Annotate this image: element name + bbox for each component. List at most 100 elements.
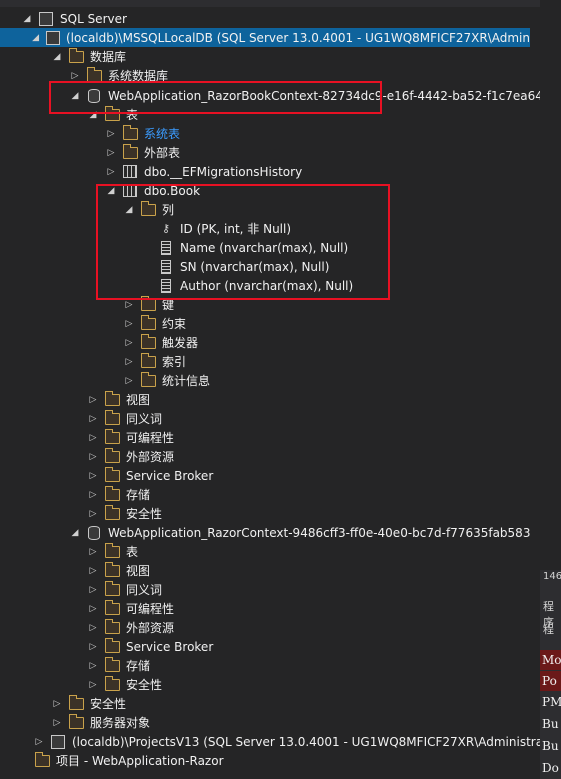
tree-node-databases[interactable]: ◢ 数据库 xyxy=(52,47,126,66)
expand-arrow-icon[interactable]: ▷ xyxy=(88,414,98,424)
collapse-arrow-icon[interactable]: ◢ xyxy=(52,52,62,62)
database-icon xyxy=(86,88,102,104)
folder-open-icon xyxy=(140,200,156,218)
tree-node-db2-programmability[interactable]: ▷ 可编程性 xyxy=(88,599,174,618)
tree-node-col-author[interactable]: Author (nvarchar(max), Null) xyxy=(158,276,353,295)
node-label: 可编程性 xyxy=(126,431,175,445)
node-label: 视图 xyxy=(126,393,151,407)
tree-node-views[interactable]: ▷ 视图 xyxy=(88,390,150,409)
right-pane-item[interactable]: PM xyxy=(540,692,561,712)
right-pane-item[interactable]: Bu xyxy=(540,714,561,734)
expand-arrow-icon[interactable]: ▷ xyxy=(88,433,98,443)
expand-arrow-icon[interactable]: ▷ xyxy=(88,490,98,500)
node-label: ID (PK, int, 非 Null) xyxy=(180,222,292,236)
expand-arrow-icon[interactable]: ▷ xyxy=(124,357,134,367)
folder-icon xyxy=(68,694,84,712)
tree-node-project[interactable]: 项目 - WebApplication-Razor xyxy=(34,751,224,770)
column-icon xyxy=(158,240,174,256)
expand-arrow-icon[interactable]: ▷ xyxy=(88,471,98,481)
tree-node-storage[interactable]: ▷ 存储 xyxy=(88,485,150,504)
tree-node-service-broker[interactable]: ▷ Service Broker xyxy=(88,466,213,485)
folder-icon xyxy=(104,542,120,560)
collapse-arrow-icon[interactable]: ◢ xyxy=(106,186,116,196)
right-pane-item[interactable]: Po xyxy=(540,671,561,691)
collapse-arrow-icon[interactable]: ◢ xyxy=(88,110,98,120)
tree-node-programmability[interactable]: ▷ 可编程性 xyxy=(88,428,174,447)
tree-node-server-security[interactable]: ▷ 安全性 xyxy=(52,694,126,713)
tree-node-localdb-mssql[interactable]: ◢ (localdb)\MSSQLLocalDB (SQL Server 13.… xyxy=(0,28,530,47)
tree-node-col-name[interactable]: Name (nvarchar(max), Null) xyxy=(158,238,348,257)
node-label: Name (nvarchar(max), Null) xyxy=(180,240,349,255)
tree-node-db-razorbookcontext[interactable]: ◢ WebApplication_RazorBookContext-82734d… xyxy=(70,86,543,105)
folder-icon xyxy=(104,428,120,446)
tree-node-external-resources[interactable]: ▷ 外部资源 xyxy=(88,447,174,466)
expand-arrow-icon[interactable]: ▷ xyxy=(106,167,116,177)
tree-node-system-tables[interactable]: ▷ 系统表 xyxy=(106,124,180,143)
node-label: 系统表 xyxy=(144,127,181,141)
tree-node-db2-views[interactable]: ▷ 视图 xyxy=(88,561,150,580)
tree-node-efmigrations[interactable]: ▷ dbo.__EFMigrationsHistory xyxy=(106,162,303,181)
tree-node-indexes[interactable]: ▷ 索引 xyxy=(124,352,186,371)
right-pane-item[interactable]: Do xyxy=(540,758,561,778)
tree-node-tables[interactable]: ◢ 表 xyxy=(88,105,138,124)
folder-icon xyxy=(140,295,156,313)
collapse-arrow-icon[interactable]: ◢ xyxy=(31,33,40,43)
expand-arrow-icon[interactable]: ▷ xyxy=(88,547,98,557)
tree-node-constraints[interactable]: ▷ 约束 xyxy=(124,314,186,333)
tree-node-statistics[interactable]: ▷ 统计信息 xyxy=(124,371,210,390)
folder-icon xyxy=(104,580,120,598)
expand-arrow-icon[interactable]: ▷ xyxy=(52,718,62,728)
node-label: 存储 xyxy=(126,488,151,502)
expand-arrow-icon[interactable]: ▷ xyxy=(88,661,98,671)
tree-node-synonyms[interactable]: ▷ 同义词 xyxy=(88,409,162,428)
expand-arrow-icon[interactable]: ▷ xyxy=(88,509,98,519)
collapse-arrow-icon[interactable]: ◢ xyxy=(22,14,32,24)
tree-node-db2-storage[interactable]: ▷ 存储 xyxy=(88,656,150,675)
expand-arrow-icon[interactable]: ▷ xyxy=(88,642,98,652)
collapse-arrow-icon[interactable]: ◢ xyxy=(124,205,134,215)
tree-node-db2-external-resources[interactable]: ▷ 外部资源 xyxy=(88,618,174,637)
tree-node-dbo-book[interactable]: ◢ dbo.Book xyxy=(106,181,201,200)
tree-node-security[interactable]: ▷ 安全性 xyxy=(88,504,162,523)
tree-node-columns[interactable]: ◢ 列 xyxy=(124,200,174,219)
expand-arrow-icon[interactable]: ▷ xyxy=(106,129,116,139)
expand-arrow-icon[interactable]: ▷ xyxy=(124,319,134,329)
tree-node-db2-synonyms[interactable]: ▷ 同义词 xyxy=(88,580,162,599)
node-label: 存储 xyxy=(126,659,151,673)
expand-arrow-icon[interactable]: ▷ xyxy=(124,338,134,348)
tree-node-db2-security[interactable]: ▷ 安全性 xyxy=(88,675,162,694)
right-pane-item[interactable]: Mo xyxy=(540,650,561,670)
node-label: 项目 - WebApplication-Razor xyxy=(56,754,224,768)
tree-node-system-databases[interactable]: ▷ 系统数据库 xyxy=(70,66,168,85)
folder-icon xyxy=(104,485,120,503)
database-icon xyxy=(86,525,102,541)
expand-arrow-icon[interactable]: ▷ xyxy=(88,623,98,633)
expand-arrow-icon[interactable]: ▷ xyxy=(124,376,134,386)
tree-node-sql-server[interactable]: ◢ SQL Server xyxy=(22,9,127,28)
collapse-arrow-icon[interactable]: ◢ xyxy=(70,528,80,538)
expand-arrow-icon[interactable]: ▷ xyxy=(88,395,98,405)
tree-node-db2-tables[interactable]: ▷ 表 xyxy=(88,542,138,561)
tree-node-localdb-projects[interactable]: ▷ (localdb)\ProjectsV13 (SQL Server 13.0… xyxy=(34,732,543,751)
tree-node-db2-service-broker[interactable]: ▷ Service Broker xyxy=(88,637,213,656)
expand-arrow-icon[interactable]: ▷ xyxy=(52,699,62,709)
expand-arrow-icon[interactable]: ▷ xyxy=(124,300,134,310)
expand-arrow-icon[interactable]: ▷ xyxy=(88,680,98,690)
expand-arrow-icon[interactable]: ▷ xyxy=(88,604,98,614)
expand-arrow-icon[interactable]: ▷ xyxy=(106,148,116,158)
right-pane-item[interactable]: Bu xyxy=(540,736,561,756)
collapse-arrow-icon[interactable]: ◢ xyxy=(70,91,80,101)
expand-arrow-icon[interactable]: ▷ xyxy=(88,566,98,576)
expand-arrow-icon[interactable]: ▷ xyxy=(88,452,98,462)
tree-node-db-razorcontext[interactable]: ◢ WebApplication_RazorContext-9486cff3-f… xyxy=(70,523,530,542)
right-pane-number: 146 xyxy=(543,571,561,582)
expand-arrow-icon[interactable]: ▷ xyxy=(70,71,80,81)
tree-node-server-objects[interactable]: ▷ 服务器对象 xyxy=(52,713,150,732)
tree-node-col-id[interactable]: ⚷ ID (PK, int, 非 Null) xyxy=(158,219,291,238)
tree-node-triggers[interactable]: ▷ 触发器 xyxy=(124,333,198,352)
expand-arrow-icon[interactable]: ▷ xyxy=(88,585,98,595)
tree-node-col-sn[interactable]: SN (nvarchar(max), Null) xyxy=(158,257,329,276)
expand-arrow-icon[interactable]: ▷ xyxy=(34,737,44,747)
tree-node-keys[interactable]: ▷ 键 xyxy=(124,295,174,314)
tree-node-external-tables[interactable]: ▷ 外部表 xyxy=(106,143,180,162)
